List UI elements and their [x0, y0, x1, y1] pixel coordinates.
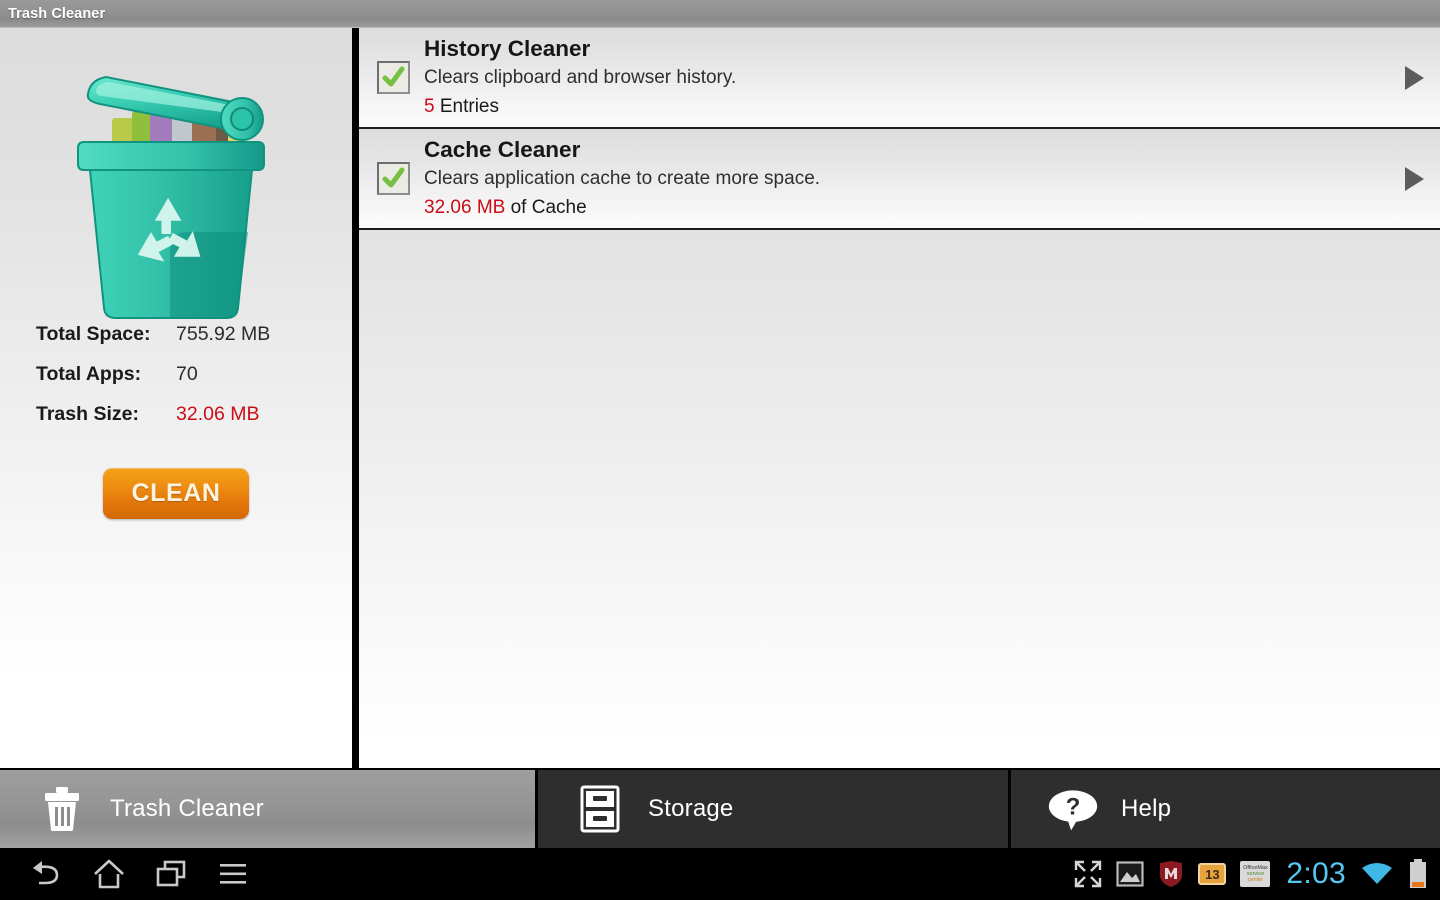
app-root: Trash Cleaner Total Space: 755.92 MB Tot… [0, 0, 1440, 900]
panel-divider [352, 28, 359, 768]
tab-help[interactable]: ? Help [1008, 770, 1440, 848]
fullscreen-expand-icon[interactable] [1074, 860, 1102, 888]
app-title: Trash Cleaner [8, 5, 106, 22]
list-item-meta: 32.06 MB of Cache [424, 193, 1365, 222]
list-item-text: History Cleaner Clears clipboard and bro… [424, 35, 1405, 121]
status-clock[interactable]: 2:03 [1286, 857, 1346, 891]
storage-stats: Total Space: 755.92 MB Total Apps: 70 Tr… [36, 323, 326, 443]
list-item[interactable]: Cache Cleaner Clears application cache t… [359, 129, 1440, 230]
list-item-amount: 5 [424, 95, 435, 117]
bottom-tab-bar: Trash Cleaner Storage ? Help [0, 768, 1440, 848]
list-item-amount-suffix: Entries [434, 95, 499, 117]
tab-trash-cleaner[interactable]: Trash Cleaner [0, 770, 535, 848]
stat-row-total-apps: Total Apps: 70 [36, 363, 326, 403]
list-item-amount: 32.06 MB [424, 196, 506, 218]
checkbox-checked-icon[interactable] [377, 61, 410, 94]
back-arrow-icon[interactable] [16, 848, 78, 900]
officemax-line-3: center [1247, 877, 1264, 883]
menu-icon[interactable] [202, 848, 264, 900]
android-navigation-bar: 13 OfficeMax service center 2:03 [0, 848, 1440, 900]
file-cabinet-icon [574, 783, 626, 835]
home-icon[interactable] [78, 848, 140, 900]
officemax-badge-icon[interactable]: OfficeMax service center [1240, 861, 1271, 887]
svg-text:?: ? [1066, 794, 1081, 821]
tab-label: Help [1121, 795, 1172, 822]
stat-row-total-space: Total Space: 755.92 MB [36, 323, 326, 363]
stat-value: 70 [176, 363, 198, 385]
list-item-description: Clears clipboard and browser history. [424, 66, 737, 88]
stat-label: Total Apps: [36, 363, 142, 385]
officemax-badge-inner: OfficeMax service center [1240, 861, 1271, 887]
officemax-line-1: OfficeMax [1243, 865, 1268, 871]
stat-value: 32.06 MB [176, 403, 260, 425]
status-bar-icons: 13 OfficeMax service center 2:03 [1060, 848, 1428, 900]
checkbox-checked-icon[interactable] [377, 162, 410, 195]
tab-label: Trash Cleaner [110, 795, 264, 822]
cleaner-list: History Cleaner Clears clipboard and bro… [359, 28, 1440, 768]
stat-value: 755.92 MB [176, 323, 271, 345]
stat-label: Trash Size: [36, 403, 139, 425]
main-content: Total Space: 755.92 MB Total Apps: 70 Tr… [0, 28, 1440, 768]
mcafee-shield-icon[interactable] [1158, 860, 1184, 888]
play-arrow-right-icon[interactable] [1405, 166, 1424, 191]
list-item-meta: 5 Entries [424, 92, 1365, 121]
list-item-description: Clears application cache to create more … [424, 167, 821, 189]
wifi-icon[interactable] [1360, 860, 1394, 888]
recent-apps-icon[interactable] [140, 848, 202, 900]
list-item-title: Cache Cleaner [424, 136, 581, 162]
calendar-day-label: 13 [1198, 863, 1227, 885]
clean-button[interactable]: CLEAN [103, 468, 249, 519]
battery-low-icon[interactable] [1408, 859, 1428, 889]
stat-label: Total Space: [36, 323, 151, 345]
question-speech-bubble-icon: ? [1047, 783, 1099, 835]
list-item[interactable]: History Cleaner Clears clipboard and bro… [359, 28, 1440, 129]
trash-can-icon [36, 783, 88, 835]
play-arrow-right-icon[interactable] [1405, 65, 1424, 90]
list-item-amount-suffix: of Cache [505, 196, 587, 218]
list-item-text: Cache Cleaner Clears application cache t… [424, 136, 1405, 222]
clean-button-container: CLEAN [0, 468, 352, 519]
title-bar: Trash Cleaner [0, 0, 1440, 28]
officemax-line-2: service [1246, 871, 1265, 877]
stat-row-trash-size: Trash Size: 32.06 MB [36, 403, 326, 443]
screenshot-image-icon[interactable] [1116, 861, 1145, 887]
tab-storage[interactable]: Storage [535, 770, 1008, 848]
trash-bin-recycle-illustration [62, 56, 294, 336]
calendar-icon[interactable]: 13 [1198, 863, 1227, 885]
tab-label: Storage [648, 795, 734, 822]
summary-panel: Total Space: 755.92 MB Total Apps: 70 Tr… [0, 28, 352, 768]
list-item-title: History Cleaner [424, 35, 591, 61]
